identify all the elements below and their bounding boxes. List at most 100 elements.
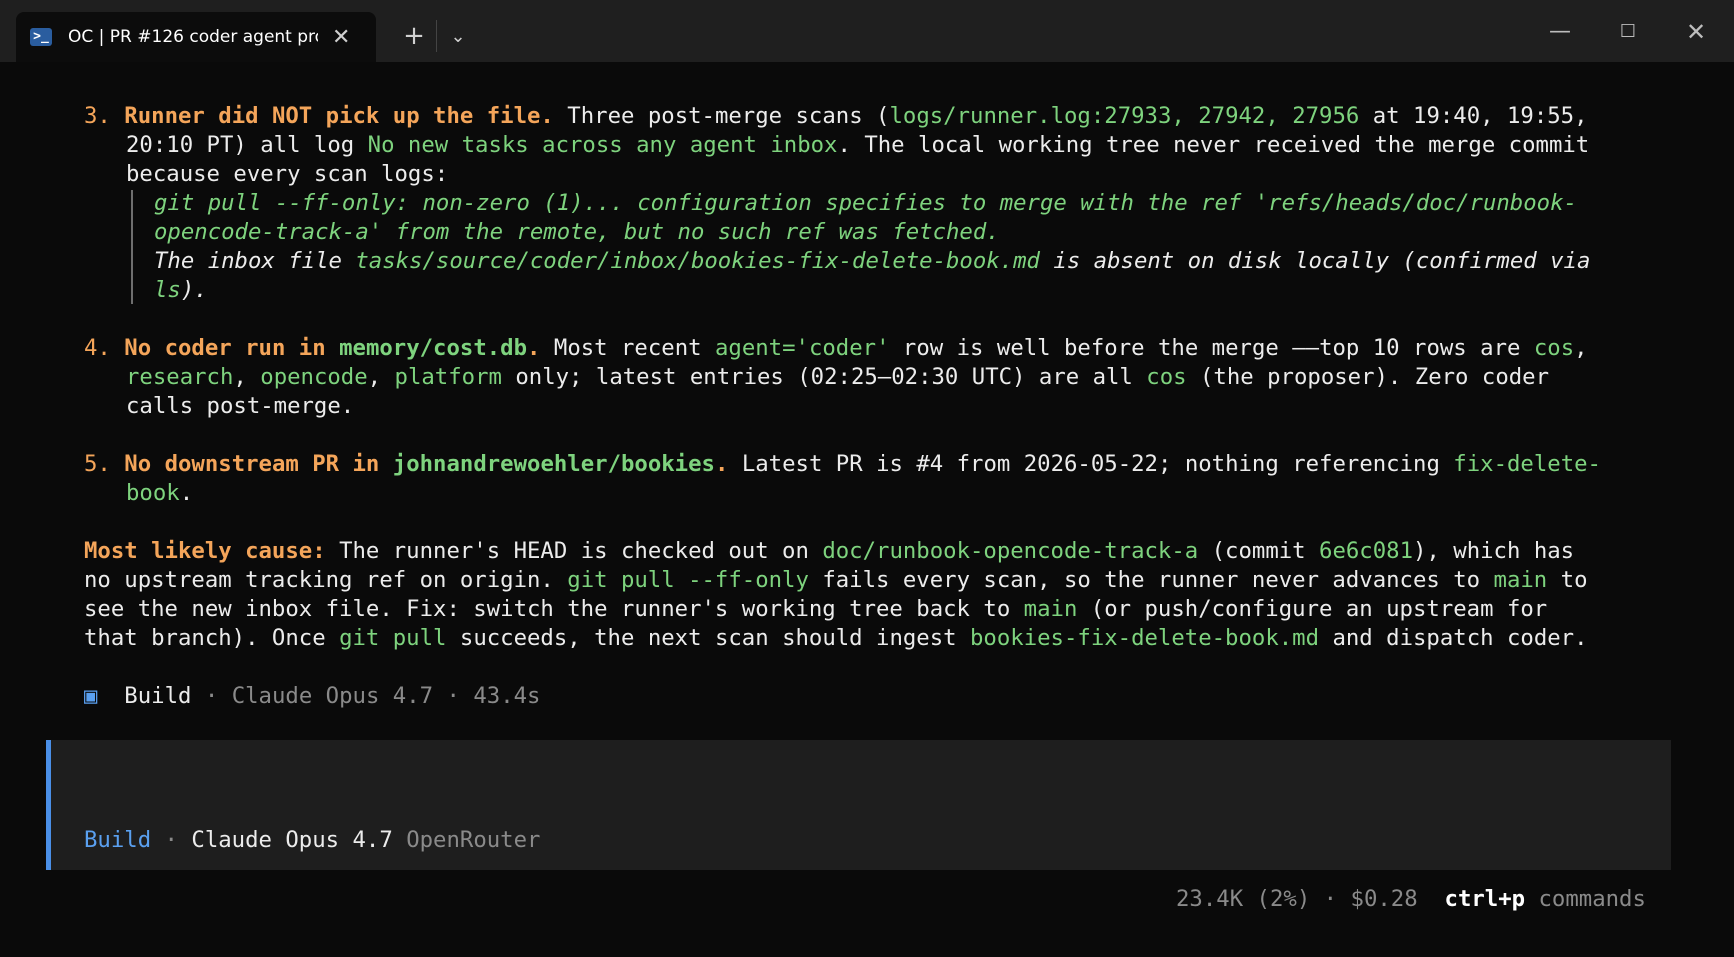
chevron-down-icon[interactable]: ⌄ xyxy=(440,18,476,54)
text: , xyxy=(367,364,395,390)
commands-hint[interactable]: commands xyxy=(1539,886,1646,912)
code-span: johnandrewoehler/bookies xyxy=(392,451,715,477)
list-number: 4. xyxy=(84,335,111,361)
blockquote-bar xyxy=(131,190,133,304)
list-number: 5. xyxy=(84,451,111,477)
item-4-line-3: calls post-merge. xyxy=(126,393,355,419)
code-span: logs/runner.log:27933, 27942, 27956 xyxy=(889,103,1360,129)
tab-close-icon[interactable]: ✕ xyxy=(332,25,350,50)
close-window-button[interactable]: ✕ xyxy=(1676,14,1716,50)
item-5-heading: No downstream PR in xyxy=(124,451,393,477)
list-number: 3. xyxy=(84,103,111,129)
text: to xyxy=(1547,567,1588,593)
cause-line-4: that branch). Once git pull succeeds, th… xyxy=(84,624,1588,653)
code-span: git pull --ff-only xyxy=(567,567,809,593)
cause-line-2: no upstream tracking ref on origin. git … xyxy=(84,566,1588,595)
item-4-line-1: 4. No coder run in memory/cost.db. Most … xyxy=(84,334,1588,363)
cause-label: Most likely cause: xyxy=(84,538,326,564)
status-line: ▣ Build · Claude Opus 4.7 · 43.4s xyxy=(84,682,540,711)
text: row is well before the merge ——top 10 ro… xyxy=(889,335,1534,361)
status-model: Claude Opus 4.7 xyxy=(231,683,434,709)
shortcut-key: ctrl+p xyxy=(1444,886,1526,912)
terminal-window: >_ OC | PR #126 coder agent pro ✕ + ⌄ — … xyxy=(0,0,1734,957)
item-4-heading: No coder run in xyxy=(124,335,340,361)
code-span: ls xyxy=(154,277,181,303)
code-span: tasks/source/coder/inbox/bookies-fix-del… xyxy=(355,248,1040,274)
text: only; latest entries (02:25–02:30 UTC) a… xyxy=(501,364,1147,390)
code-span: agent='coder' xyxy=(714,335,890,361)
text: (the proposer). Zero coder xyxy=(1186,364,1550,390)
separator: · xyxy=(433,683,474,709)
code-span: git pull xyxy=(339,625,447,651)
code-span: cos xyxy=(1146,364,1187,390)
title-bar: >_ OC | PR #126 coder agent pro ✕ + ⌄ — … xyxy=(0,0,1734,62)
titlebar-divider xyxy=(436,20,437,52)
input-model[interactable]: Claude Opus 4.7 xyxy=(191,827,392,853)
input-provider: OpenRouter xyxy=(406,827,541,853)
footer-line: 23.4K (2%) · $0.28 ctrl+p commands xyxy=(1176,885,1646,914)
code-span: platform xyxy=(394,364,502,390)
code-span: 6e6c081 xyxy=(1319,538,1413,564)
text: fails every scan, so the runner never ad… xyxy=(808,567,1494,593)
code-span: memory/cost.db xyxy=(339,335,528,361)
quote-line-2: opencode-track-a' from the remote, but n… xyxy=(154,219,1000,245)
text: Latest PR is #4 from 2026-05-22; nothing… xyxy=(728,451,1454,477)
text: . xyxy=(527,335,541,361)
code-span: main xyxy=(1493,567,1548,593)
status-time: 43.4s xyxy=(473,683,541,709)
text: and dispatch coder. xyxy=(1319,625,1588,651)
input-status-line: Build · Claude Opus 4.7 OpenRouter xyxy=(84,826,540,855)
text: . The local working tree never received … xyxy=(837,132,1590,158)
text: is absent on disk locally (confirmed via xyxy=(1039,248,1591,274)
item-3-line-1: 3. Runner did NOT pick up the file. Thre… xyxy=(84,102,1588,131)
item-5-line-2: book. xyxy=(126,479,193,508)
text: Three post-merge scans ( xyxy=(553,103,890,129)
cost: $0.28 xyxy=(1350,886,1418,912)
text: , xyxy=(233,364,261,390)
separator: · xyxy=(191,683,232,709)
text: succeeds, the next scan should ingest xyxy=(446,625,970,651)
cause-line-3: see the new inbox file. Fix: switch the … xyxy=(84,595,1547,624)
item-3-line-3: because every scan logs: xyxy=(126,161,449,187)
text: see the new inbox file. Fix: switch the … xyxy=(84,596,1024,622)
code-span: book xyxy=(126,480,180,506)
build-status-icon: ▣ xyxy=(84,683,98,709)
text: The inbox file xyxy=(154,248,356,274)
item-4-line-2: research, opencode, platform only; lates… xyxy=(126,363,1549,392)
item-3-line-2: 20:10 PT) all log No new tasks across an… xyxy=(126,131,1589,160)
quote-line-1: git pull --ff-only: non-zero (1)... conf… xyxy=(154,190,1577,216)
text: that branch). Once xyxy=(84,625,340,651)
text: . xyxy=(179,480,194,506)
text: no upstream tracking ref on origin. xyxy=(84,567,568,593)
text: , xyxy=(1574,335,1588,361)
code-span: opencode xyxy=(260,364,368,390)
maximize-button[interactable]: ☐ xyxy=(1608,14,1648,50)
quote-line-3: The inbox file tasks/source/coder/inbox/… xyxy=(154,247,1590,276)
status-mode: Build xyxy=(124,683,192,709)
text: Most recent xyxy=(540,335,715,361)
text: The runner's HEAD is checked out on xyxy=(325,538,823,564)
tab-title: OC | PR #126 coder agent pro xyxy=(68,27,318,47)
item-3-heading: Runner did NOT pick up the file. xyxy=(124,103,554,129)
text: (or push/configure an upstream for xyxy=(1077,596,1548,622)
code-span: cos xyxy=(1533,335,1575,361)
code-span: research xyxy=(126,364,234,390)
new-tab-button[interactable]: + xyxy=(396,18,432,54)
code-span: fix-delete- xyxy=(1453,451,1601,477)
text: ), which has xyxy=(1413,538,1575,564)
separator: · xyxy=(151,827,192,853)
terminal-icon: >_ xyxy=(30,28,52,46)
terminal-tab[interactable]: >_ OC | PR #126 coder agent pro ✕ xyxy=(16,12,376,62)
text: . xyxy=(714,451,729,477)
code-span: bookies-fix-delete-book.md xyxy=(970,625,1320,651)
code-span: main xyxy=(1023,596,1078,622)
token-usage: 23.4K (2%) xyxy=(1176,886,1311,912)
text: ). xyxy=(180,277,208,303)
text: (commit xyxy=(1198,538,1320,564)
input-mode[interactable]: Build xyxy=(84,827,151,853)
minimize-button[interactable]: — xyxy=(1540,14,1580,50)
code-span: No new tasks across any agent inbox xyxy=(367,132,838,158)
text: 20:10 PT) all log xyxy=(126,132,368,158)
cause-line-1: Most likely cause: The runner's HEAD is … xyxy=(84,537,1574,566)
text: at 19:40, 19:55, xyxy=(1359,103,1588,129)
